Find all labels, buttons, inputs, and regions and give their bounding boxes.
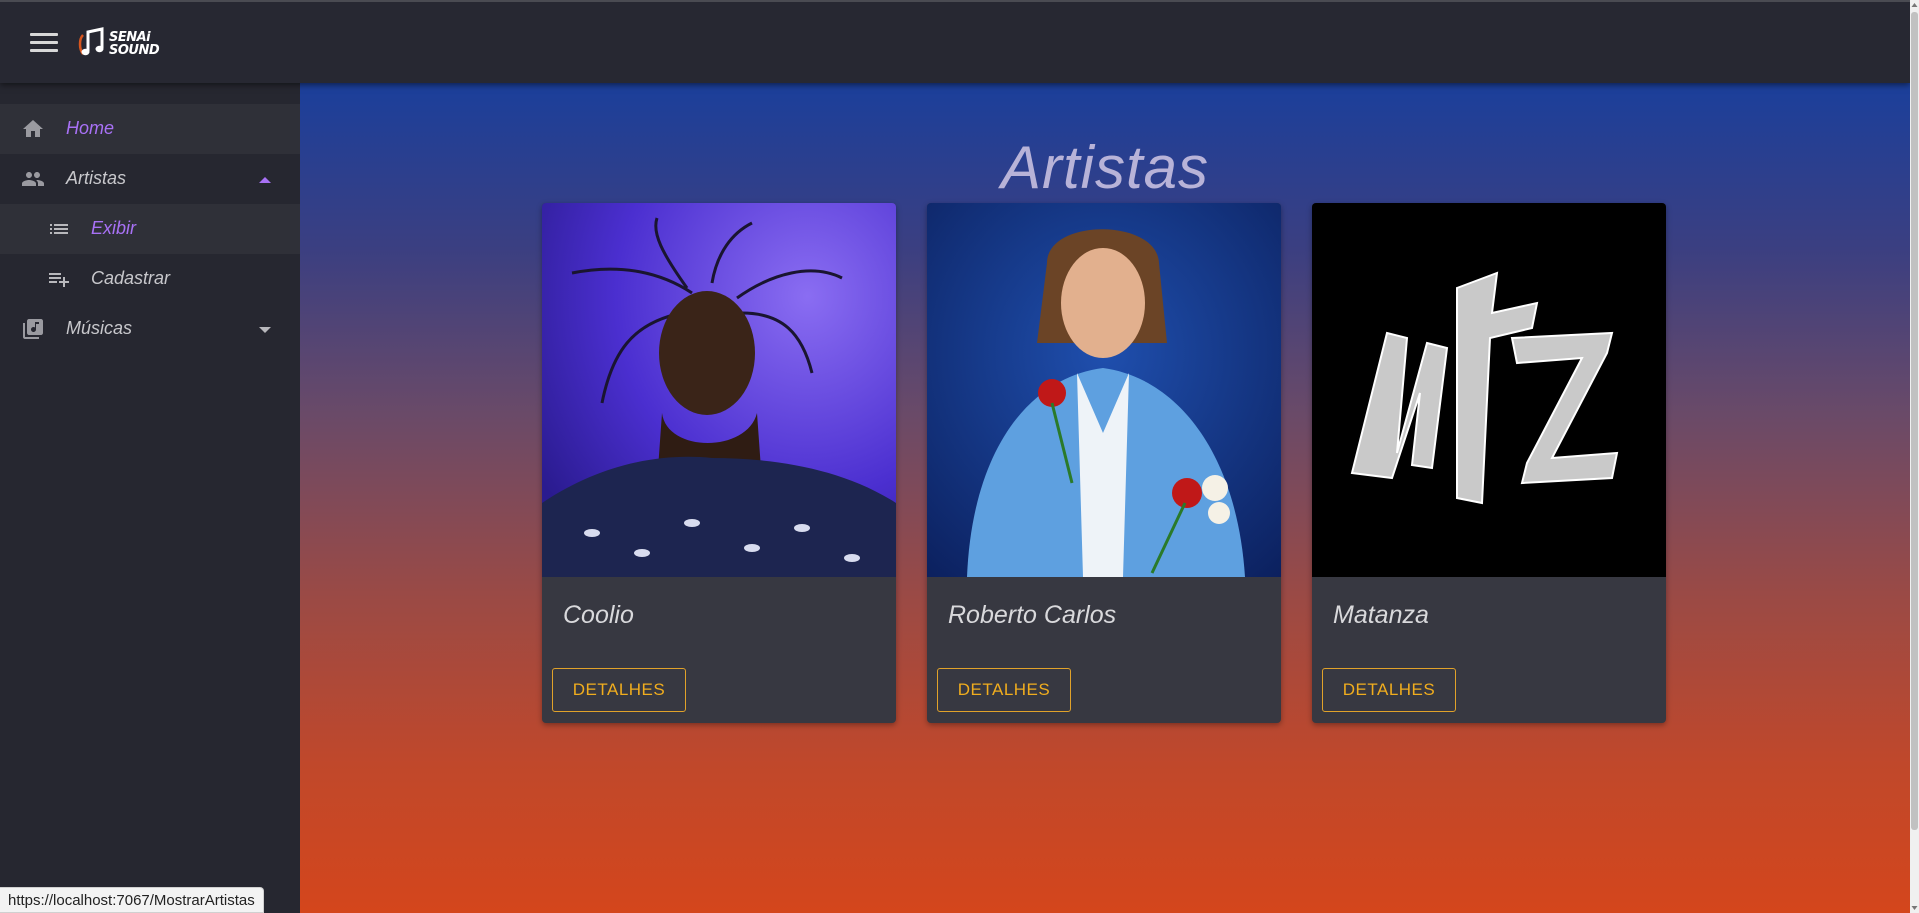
artist-name: Matanza <box>1333 601 1429 629</box>
people-icon <box>22 172 44 186</box>
sidebar-item-label: Artistas <box>66 168 127 188</box>
scroll-up-icon[interactable] <box>1911 1 1918 10</box>
details-button[interactable]: DETALHES <box>937 668 1071 712</box>
details-button[interactable]: DETALHES <box>1322 668 1456 712</box>
logo-line2: SOUND <box>109 43 160 58</box>
home-icon <box>23 120 43 137</box>
sidebar-item-musicas[interactable]: Músicas <box>0 304 300 354</box>
library-music-icon <box>23 319 43 339</box>
artist-logo <box>1312 203 1666 577</box>
artist-name: Roberto Carlos <box>948 601 1117 629</box>
list-icon <box>50 224 68 234</box>
details-button[interactable]: DETALHES <box>552 668 686 712</box>
sidebar-item-label: Home <box>66 118 115 138</box>
sidebar-item-label: Cadastrar <box>91 268 171 288</box>
main-content: Artistas Coolio DETALHES Roberto Carlos … <box>300 83 1910 913</box>
artist-card: Matanza DETALHES <box>1312 203 1666 723</box>
playlist-add-icon <box>49 273 69 287</box>
artist-name: Coolio <box>563 601 634 629</box>
top-app-bar: SENAi SOUND <box>0 0 1910 83</box>
menu-icon[interactable] <box>30 33 58 53</box>
sidebar-item-home[interactable]: Home <box>0 104 300 154</box>
sidebar: Home Artistas Exibir Cadastrar Músicas <box>0 83 300 913</box>
sidebar-item-label: Músicas <box>66 318 133 338</box>
sidebar-item-artistas[interactable]: Artistas <box>0 154 300 204</box>
sidebar-item-label: Exibir <box>91 218 137 238</box>
chevron-up-icon <box>259 177 271 183</box>
scroll-down-icon[interactable] <box>1911 903 1918 912</box>
logo[interactable]: SENAi SOUND <box>76 26 160 62</box>
sidebar-item-exibir[interactable]: Exibir <box>0 204 300 254</box>
status-url: https://localhost:7067/MostrarArtistas <box>0 887 264 913</box>
scrollbar-thumb[interactable] <box>1911 12 1918 830</box>
music-note-icon <box>78 27 104 56</box>
page-title: Artistas <box>1000 134 1210 201</box>
scrollbar[interactable] <box>1910 0 1919 913</box>
artist-card: Roberto Carlos DETALHES <box>927 203 1281 723</box>
artist-photo <box>927 203 1281 577</box>
artist-photo <box>542 203 896 577</box>
sidebar-item-cadastrar[interactable]: Cadastrar <box>0 254 300 304</box>
artist-card: Coolio DETALHES <box>542 203 896 723</box>
chevron-down-icon <box>259 327 271 333</box>
